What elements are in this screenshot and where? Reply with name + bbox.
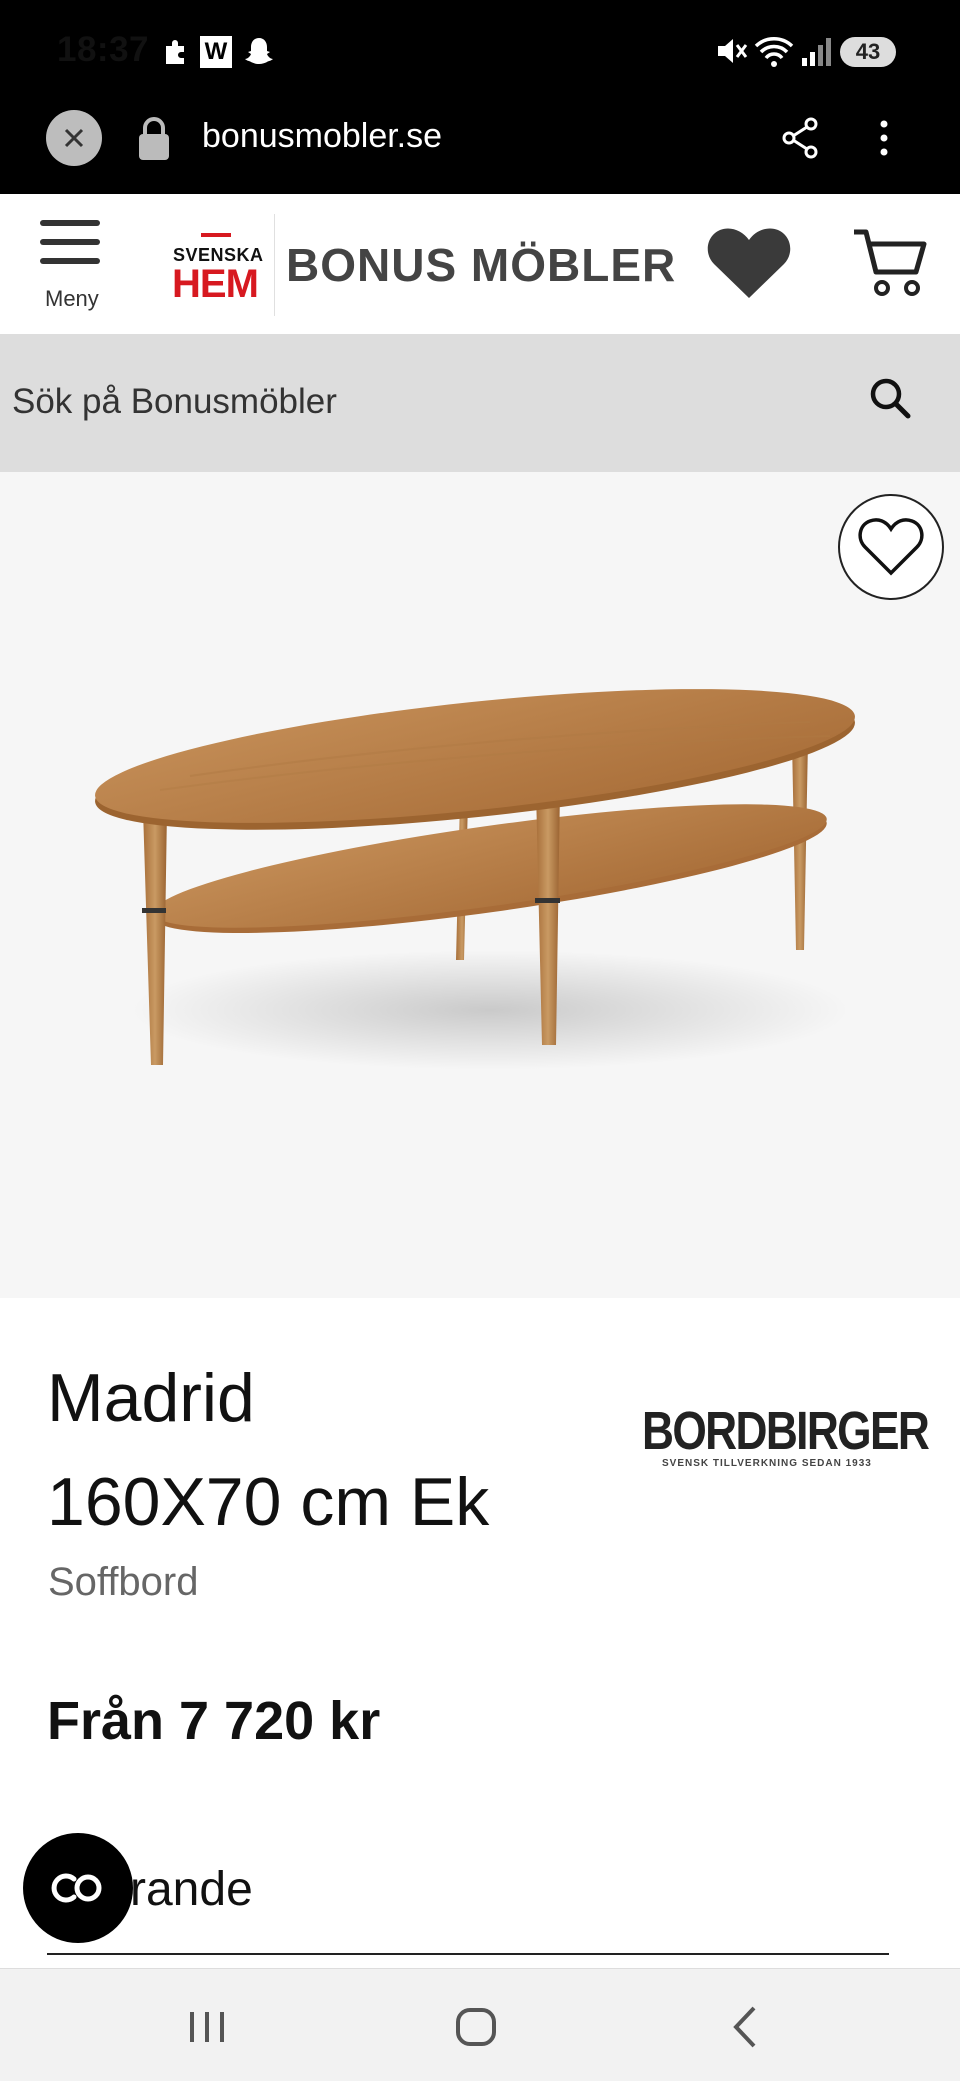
hamburger-icon[interactable] bbox=[38, 214, 102, 270]
cart-icon[interactable] bbox=[852, 226, 928, 300]
signal-icon bbox=[802, 38, 831, 66]
url-text[interactable]: bonusmobler.se bbox=[202, 117, 442, 156]
variant-selector-label[interactable]: rande bbox=[130, 1862, 253, 1917]
chat-icon bbox=[51, 1873, 102, 1903]
search-input[interactable]: Sök på Bonusmöbler bbox=[12, 382, 337, 422]
mute-icon bbox=[718, 39, 748, 63]
puzzle-icon bbox=[166, 40, 184, 64]
add-to-favorites-button[interactable] bbox=[838, 494, 944, 600]
product-price: Från 7 720 kr bbox=[47, 1691, 381, 1751]
status-time: 18:37 bbox=[57, 30, 150, 69]
home-icon[interactable] bbox=[454, 2006, 498, 2048]
product-category: Soffbord bbox=[48, 1560, 199, 1604]
logo-main-text: HEM bbox=[172, 262, 259, 306]
heart-icon[interactable] bbox=[706, 224, 792, 300]
more-icon[interactable] bbox=[872, 116, 896, 160]
close-icon bbox=[64, 128, 84, 148]
brand-name[interactable]: BONUS MÖBLER bbox=[286, 238, 676, 292]
variant-divider bbox=[47, 1953, 889, 1955]
back-icon[interactable] bbox=[728, 2004, 762, 2050]
product-brand-logo[interactable]: BORDBIRGER bbox=[642, 1400, 930, 1462]
product-name: Madrid bbox=[47, 1360, 255, 1436]
menu-label[interactable]: Meny bbox=[45, 286, 99, 312]
share-icon[interactable] bbox=[780, 116, 820, 160]
search-icon[interactable] bbox=[866, 374, 914, 422]
logo-accent-line bbox=[201, 233, 231, 237]
recent-apps-icon[interactable] bbox=[186, 2008, 228, 2046]
chat-button[interactable] bbox=[23, 1833, 133, 1943]
snapchat-icon bbox=[245, 38, 273, 64]
battery-indicator: 43 bbox=[840, 37, 896, 67]
close-tab-button[interactable] bbox=[46, 110, 102, 166]
product-image bbox=[95, 689, 855, 1070]
lock-icon[interactable] bbox=[136, 116, 172, 162]
wifi-icon bbox=[754, 37, 794, 67]
product-brand-tagline: SVENSK TILLVERKNING SEDAN 1933 bbox=[662, 1458, 872, 1469]
product-size: 160X70 cm Ek bbox=[47, 1464, 490, 1540]
app-w-icon: W bbox=[200, 36, 232, 68]
heart-outline-icon bbox=[858, 518, 924, 576]
